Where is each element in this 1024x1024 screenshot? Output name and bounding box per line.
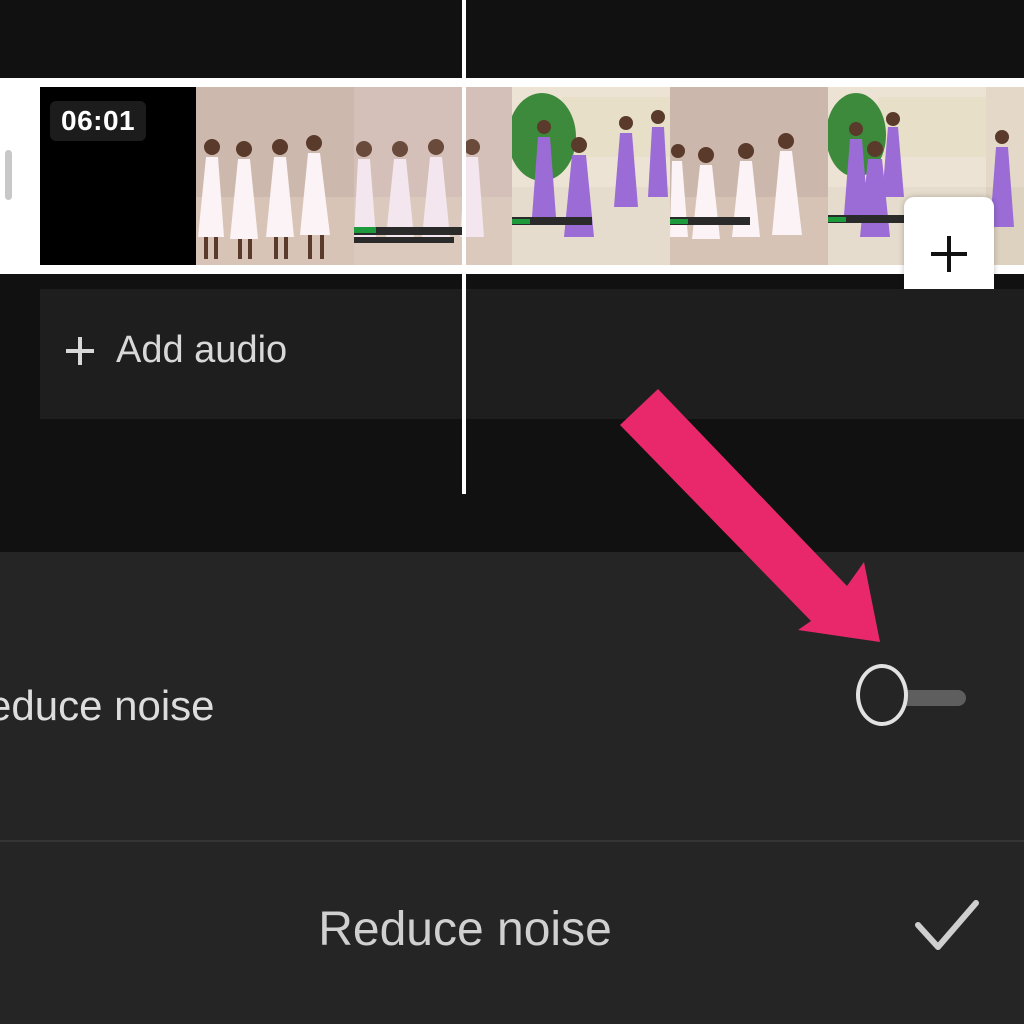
plus-icon xyxy=(931,236,967,272)
timeline-area: Add audio 06:01 xyxy=(0,0,1024,552)
video-track[interactable] xyxy=(0,78,1024,311)
checkmark-icon[interactable] xyxy=(912,895,982,957)
thumbnail-frame xyxy=(354,87,512,265)
reduce-noise-toggle[interactable] xyxy=(856,664,968,734)
thumbnail-frame xyxy=(670,87,828,265)
divider xyxy=(0,840,1024,842)
reduce-noise-option-label: educe noise xyxy=(0,682,215,729)
trim-handle-left[interactable] xyxy=(0,78,40,274)
toggle-knob xyxy=(856,664,908,726)
add-audio-button[interactable]: Add audio xyxy=(40,289,1024,419)
reduce-noise-panel: educe noise Reduce noise xyxy=(0,552,1024,1024)
thumbnail-frame xyxy=(196,87,354,265)
video-thumbnails[interactable] xyxy=(196,87,1024,265)
plus-icon xyxy=(66,336,94,365)
thumbnail-frame xyxy=(512,87,670,265)
clip-duration-badge: 06:01 xyxy=(50,101,147,141)
playhead[interactable] xyxy=(462,0,466,494)
handle-grip xyxy=(5,150,12,200)
add-audio-label: Add audio xyxy=(116,329,288,371)
panel-title: Reduce noise xyxy=(318,903,612,956)
